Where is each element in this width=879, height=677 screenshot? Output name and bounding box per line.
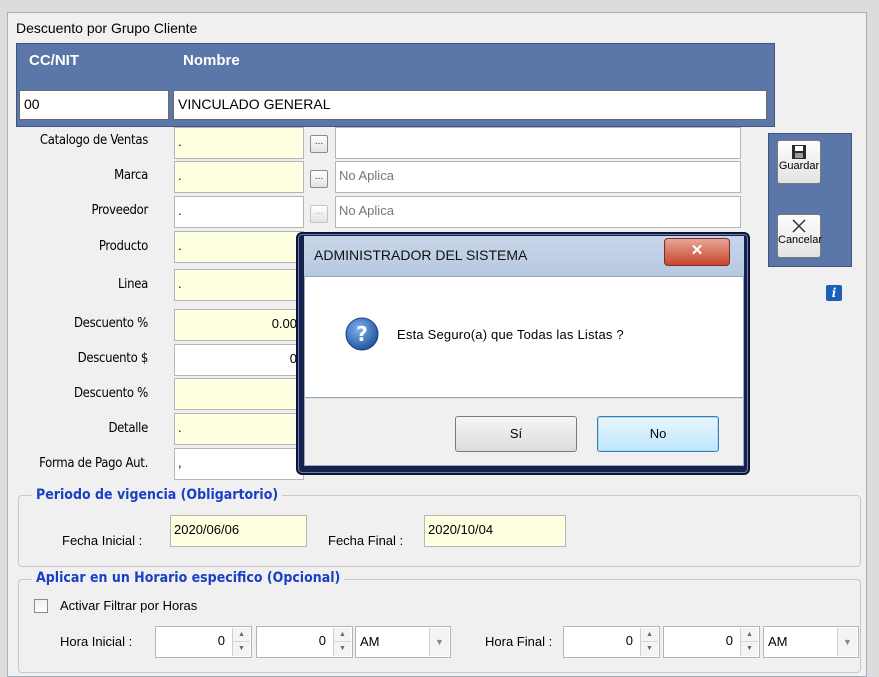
- hora-final-minute-spinner[interactable]: 0 ▲ ▼: [663, 626, 760, 658]
- marca-desc: No Aplica: [335, 161, 741, 193]
- hi-ampm-value: AM: [360, 634, 380, 649]
- hora-inicial-hour-spinner[interactable]: 0 ▲ ▼: [155, 626, 252, 658]
- forma-pago-field[interactable]: ,: [174, 448, 304, 480]
- chevron-down-icon[interactable]: ▼: [837, 628, 857, 656]
- detalle-field[interactable]: .: [174, 413, 304, 445]
- fecha-final-label: Fecha Final :: [328, 533, 404, 548]
- proveedor-browse-button[interactable]: ...: [310, 205, 328, 223]
- marca-label: Marca: [114, 168, 148, 183]
- horario-title: Aplicar en un Horario especifico (Opcion…: [32, 570, 345, 586]
- proveedor-desc: No Aplica: [335, 196, 741, 228]
- hf-ampm-value: AM: [768, 634, 788, 649]
- hi-hour-value: 0: [217, 633, 225, 648]
- descuento-val-field[interactable]: 0: [174, 344, 304, 376]
- nombre-field[interactable]: VINCULADO GENERAL: [173, 90, 767, 120]
- spin-arrows[interactable]: ▲ ▼: [640, 628, 658, 656]
- cancel-button[interactable]: Cancelar: [777, 214, 823, 258]
- hora-final-ampm-select[interactable]: AM ▼: [763, 626, 859, 658]
- producto-label: Producto: [98, 239, 148, 254]
- save-button[interactable]: Guardar: [777, 140, 821, 184]
- proveedor-field[interactable]: .: [174, 196, 304, 228]
- descuento-pct2-field[interactable]: [174, 378, 304, 410]
- hora-final-label: Hora Final :: [485, 634, 553, 649]
- hi-minute-value: 0: [318, 633, 326, 648]
- no-button[interactable]: No: [597, 416, 719, 452]
- hora-final-hour-spinner[interactable]: 0 ▲ ▼: [563, 626, 660, 658]
- ccnit-field[interactable]: 00: [19, 90, 169, 120]
- periodo-title: Periodo de vigencia (Obligartorio): [32, 487, 283, 503]
- detalle-label: Detalle: [108, 421, 148, 436]
- activar-filtro-checkbox[interactable]: [34, 599, 48, 613]
- cancel-label: Cancelar: [778, 234, 823, 246]
- activar-filtro-label: Activar Filtrar por Horas: [60, 598, 198, 613]
- spin-arrows[interactable]: ▲ ▼: [740, 628, 758, 656]
- proveedor-label: Proveedor: [91, 203, 149, 218]
- descuento-val-label: Descuento $: [77, 351, 149, 366]
- dialog-body: ? Esta Seguro(a) que Todas las Listas ?: [304, 276, 744, 398]
- window-title: Descuento por Grupo Cliente: [16, 20, 198, 36]
- save-label: Guardar: [778, 160, 820, 172]
- cancel-icon: [792, 219, 806, 233]
- fecha-inicial-label: Fecha Inicial :: [62, 533, 143, 548]
- save-icon: [792, 145, 806, 159]
- fecha-inicial-field[interactable]: 2020/06/06: [170, 515, 307, 547]
- hora-inicial-label: Hora Inicial :: [60, 634, 133, 649]
- ccnit-header: CC/NIT: [29, 52, 79, 69]
- yes-button[interactable]: Sí: [455, 416, 577, 452]
- producto-field[interactable]: .: [174, 231, 304, 263]
- action-sidebar: Guardar Cancelar: [768, 133, 852, 267]
- client-header: CC/NIT Nombre 00 VINCULADO GENERAL: [16, 43, 775, 127]
- chevron-down-icon[interactable]: ▼: [429, 628, 449, 656]
- catalogo-desc: [335, 127, 741, 159]
- hf-hour-value: 0: [625, 633, 633, 648]
- descuento-pct-field[interactable]: 0.00: [174, 309, 304, 341]
- dialog-close-button[interactable]: ✕: [664, 238, 730, 266]
- info-icon[interactable]: i: [826, 285, 842, 301]
- hf-minute-value: 0: [725, 633, 733, 648]
- descuento-pct-label: Descuento %: [73, 316, 148, 331]
- marca-browse-button[interactable]: ...: [310, 170, 328, 188]
- nombre-header: Nombre: [183, 52, 240, 69]
- dialog-message: Esta Seguro(a) que Todas las Listas ?: [397, 327, 624, 342]
- catalogo-label: Catalogo de Ventas: [39, 133, 148, 148]
- hora-inicial-ampm-select[interactable]: AM ▼: [355, 626, 451, 658]
- question-icon: ?: [345, 317, 379, 351]
- confirm-dialog: ADMINISTRADOR DEL SISTEMA ✕ ? Esta Segur…: [296, 232, 750, 475]
- fecha-final-field[interactable]: 2020/10/04: [424, 515, 566, 547]
- linea-field[interactable]: .: [174, 269, 304, 301]
- svg-text:?: ?: [356, 322, 368, 346]
- catalogo-field[interactable]: .: [174, 127, 304, 159]
- marca-field[interactable]: .: [174, 161, 304, 193]
- linea-label: Linea: [117, 277, 148, 292]
- hora-inicial-minute-spinner[interactable]: 0 ▲ ▼: [256, 626, 353, 658]
- catalogo-browse-button[interactable]: ...: [310, 135, 328, 153]
- spin-arrows[interactable]: ▲ ▼: [232, 628, 250, 656]
- dialog-footer: Sí No: [304, 398, 744, 466]
- forma-pago-label: Forma de Pago Aut.: [39, 456, 148, 471]
- spin-arrows[interactable]: ▲ ▼: [333, 628, 351, 656]
- descuento-pct2-label: Descuento %: [73, 386, 148, 401]
